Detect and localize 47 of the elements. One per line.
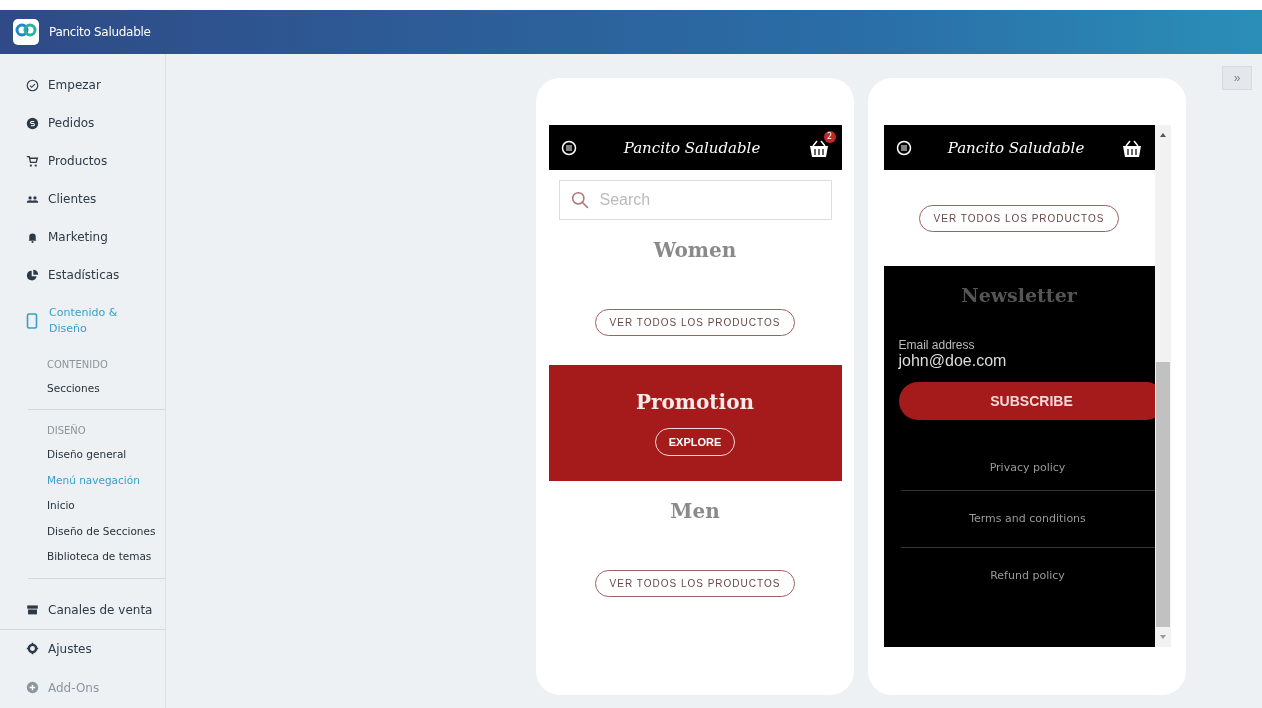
sidebar-item[interactable]: Clientes [0,180,165,219]
view-products-button[interactable]: VER TODOS LOS PRODUCTOS [918,204,1120,232]
store-logo: Pancito Saludable [946,138,1086,157]
basket-icon[interactable] [1120,138,1143,159]
gear-icon [26,642,39,656]
phone-icon [24,312,40,331]
sidebar-subitem[interactable]: Inicio [47,493,165,519]
footer-link[interactable]: Terms and conditions [900,491,1155,548]
group-heading: CONTENIDO [47,357,109,372]
email-field[interactable]: Email address john@doe.com [898,338,1007,370]
sidebar-item[interactable]: Canales de venta [0,590,165,630]
view-products-button[interactable]: VER TODOS LOS PRODUCTOS [594,570,796,597]
menu-icon[interactable] [895,139,912,156]
pie-icon [26,268,39,282]
newsletter-title: Newsletter [961,284,1077,306]
footer-link[interactable]: Privacy policy [900,445,1155,491]
plus-icon [26,681,39,695]
sidebar-subitem[interactable]: Secciones [47,375,165,402]
menu-icon[interactable] [560,139,577,156]
sidebar-item[interactable]: Productos [0,142,165,181]
search-icon [570,191,589,209]
store-name: Pancito Saludable [49,25,151,39]
sidebar-item[interactable]: Pedidos [0,104,165,143]
cart-icon [26,154,39,168]
sidebar-subitem[interactable]: Diseño general [47,442,165,468]
cart-count-badge: 2 [823,130,836,143]
logo-icon [13,19,39,45]
sidebar-item[interactable]: Marketing [0,218,165,257]
sidebar-subitem[interactable]: Biblioteca de temas [47,544,165,570]
sidebar-item[interactable]: Empezar [0,66,165,105]
footer-link[interactable]: Refund policy [900,548,1155,604]
sidebar-item[interactable]: Ajustes [0,629,165,669]
category-heading: Men [670,499,720,523]
sidebar-item[interactable]: Estadísticas [0,256,165,295]
search-field[interactable]: Search [558,180,832,220]
store-icon [26,603,39,617]
basket-icon[interactable] [807,138,830,159]
dollar-icon [26,116,39,130]
check-icon [26,78,39,92]
bell-icon [26,230,39,244]
group-heading: DISEÑO [47,423,87,439]
view-products-button[interactable]: VER TODOS LOS PRODUCTOS [594,309,796,336]
store-logo: Pancito Saludable [622,138,762,157]
subscribe-button[interactable]: SUBSCRIBE [898,382,1155,420]
promotion-title: Promotion [635,390,755,414]
category-heading: Women [653,238,737,262]
sidebar-subitem[interactable]: Diseño de Secciones [47,518,165,545]
